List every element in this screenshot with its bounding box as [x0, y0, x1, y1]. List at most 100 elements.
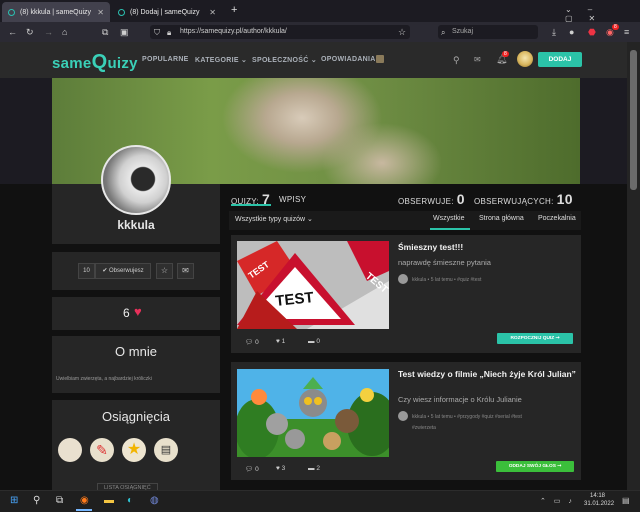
stat-obserwuje[interactable]: OBSERWUJE: 0: [398, 191, 465, 207]
quiz-thumbnail[interactable]: TEST TEST TEST: [237, 241, 389, 329]
logo-text: uizy: [107, 55, 138, 72]
window-controls[interactable]: ⌄–▢✕: [565, 5, 640, 23]
tab-active-underline: [430, 228, 470, 230]
nav-spolecznosc[interactable]: SPOŁECZNOŚĆ ⌄: [252, 56, 317, 64]
nav-opowiadania[interactable]: OPOWIADANIA: [321, 56, 376, 63]
stat-wpisy[interactable]: WPISY: [279, 195, 306, 204]
views-count: ▬ 0: [308, 338, 320, 345]
clock-time[interactable]: 14:18: [590, 493, 605, 499]
search-icon: ⌕: [441, 28, 446, 37]
tab-label: (8) Dodaj | sameQuizy: [130, 8, 200, 16]
author-avatar: [398, 274, 408, 284]
firefox-icon[interactable]: ◉: [80, 495, 89, 507]
logo-text: same: [52, 55, 92, 72]
pocket-icon[interactable]: ⬣: [588, 26, 596, 38]
stat-value: 0: [255, 466, 259, 473]
browser-tab[interactable]: (8) Dodaj | sameQuizy ✕: [112, 2, 222, 22]
account-icon[interactable]: ●: [569, 26, 574, 38]
site-favicon-icon: [118, 8, 125, 16]
comments-count[interactable]: 💬︎ 0: [245, 338, 259, 346]
start-quiz-button[interactable]: ROZPOCZNIJ QUIZ ➞: [497, 333, 573, 344]
favorite-button[interactable]: ☆: [156, 263, 173, 279]
quiz-title[interactable]: Śmieszny test!!!: [398, 242, 573, 252]
stat-value: 2: [316, 465, 320, 472]
comment-icon: 💬︎: [245, 466, 256, 473]
discord-icon[interactable]: ◍: [150, 495, 159, 507]
nav-popularne[interactable]: POPULARNE: [142, 56, 189, 63]
achievements-title: Osiągnięcia: [102, 409, 170, 424]
stories-badge-icon: [376, 55, 384, 63]
follow-button[interactable]: ✔ Obserwujesz: [95, 263, 151, 279]
comment-icon: 💬︎: [245, 339, 256, 346]
quiz-description: Czy wiesz informacje o Królu Julianie: [398, 395, 522, 404]
edge-icon[interactable]: ◐: [127, 495, 133, 507]
quiz-description: naprawdę śmieszne pytania: [398, 258, 491, 267]
stat-obserwujacych[interactable]: OBSERWUJĄCYCH: 10: [474, 191, 573, 207]
file-explorer-icon[interactable]: ▬: [104, 495, 114, 507]
bell-badge: 8: [502, 51, 509, 57]
stat-value: 1: [281, 338, 286, 345]
notifications-icon[interactable]: ▤: [622, 496, 630, 505]
logo-text: Q: [91, 51, 108, 73]
stat-value: 3: [281, 465, 286, 472]
notification-badge: 8: [612, 24, 619, 30]
quiz-thumbnail[interactable]: [237, 369, 389, 457]
close-tab-icon[interactable]: ✕: [209, 8, 216, 17]
active-app-indicator: [76, 509, 92, 511]
menu-icon[interactable]: ≡: [624, 26, 629, 38]
reload-icon[interactable]: ↻: [26, 26, 34, 38]
search-input[interactable]: Szukaj: [438, 25, 538, 39]
views-count: ▬ 2: [308, 465, 320, 472]
quiz-type-dropdown[interactable]: Wszystkie typy quizów ⌄: [235, 215, 313, 223]
profile-username: kkkula: [117, 218, 155, 232]
scrollbar-thumb[interactable]: [630, 50, 637, 190]
site-logo[interactable]: sameQuizy: [52, 51, 138, 74]
search-icon[interactable]: ⚲: [33, 495, 40, 507]
king-julien-image: [237, 369, 389, 457]
likes-count[interactable]: ♥ 1: [276, 338, 285, 345]
user-avatar[interactable]: [517, 51, 533, 67]
heart-icon[interactable]: ♥: [134, 304, 142, 319]
achievement-icon[interactable]: [58, 438, 82, 462]
messages-icon[interactable]: ✉: [474, 55, 481, 64]
achievement-icon[interactable]: ✎: [90, 438, 114, 462]
address-bar[interactable]: https://samequizy.pl/author/kkkula/: [150, 25, 410, 39]
message-button[interactable]: ✉: [177, 263, 194, 279]
tab-wszystkie[interactable]: Wszystkie: [433, 215, 465, 222]
bookmark-star-icon[interactable]: ☆: [398, 26, 406, 38]
nav-kategorie[interactable]: KATEGORIE ⌄: [195, 56, 247, 64]
quiz-title[interactable]: Test wiedzy o filmie „Niech żyje Król Ju…: [398, 369, 578, 379]
forward-icon[interactable]: →: [44, 26, 53, 38]
star-achievement-icon[interactable]: ★: [122, 438, 146, 462]
tab-strona-glowna[interactable]: Strona główna: [479, 215, 524, 222]
stat-value: 0: [316, 338, 320, 345]
vote-button[interactable]: ODDAJ SWÓJ GŁOS ➞: [496, 461, 574, 472]
about-title: O mnie: [115, 344, 157, 359]
shield-icon[interactable]: ⛉: [154, 27, 160, 39]
site-favicon-icon: [8, 8, 15, 16]
test-signs-image: TEST TEST TEST: [237, 241, 389, 329]
browser-tab-active[interactable]: (8) kkkula | sameQuizy ✕: [2, 2, 110, 22]
print-icon[interactable]: ▣: [120, 26, 129, 38]
add-button[interactable]: DODAJ: [538, 52, 582, 67]
close-tab-icon[interactable]: ✕: [97, 8, 104, 17]
windows-start-icon[interactable]: ⊞: [10, 495, 18, 507]
new-tab-button[interactable]: +: [231, 4, 237, 16]
downloads-icon[interactable]: ⤓: [552, 26, 556, 38]
back-icon[interactable]: ←: [8, 26, 17, 38]
system-tray-icons[interactable]: ⌃ ▭ ♪: [540, 497, 575, 505]
about-text: Uwielbiam zwierzęta, a najbardziej króli…: [56, 376, 152, 382]
task-view-icon[interactable]: ⧉: [56, 495, 63, 507]
home-icon[interactable]: ⌂: [62, 26, 67, 38]
extensions-icon[interactable]: ⧉: [102, 26, 108, 38]
stat-label: OBSERWUJE:: [398, 197, 454, 206]
tab-label: (8) kkkula | sameQuizy: [20, 8, 92, 16]
achievement-icon[interactable]: ▤: [154, 438, 178, 462]
search-icon[interactable]: ⚲: [453, 55, 460, 66]
likes-count[interactable]: ♥ 3: [276, 465, 285, 472]
comments-count[interactable]: 💬︎ 0: [245, 465, 259, 473]
tab-poczekalnia[interactable]: Poczekalnia: [538, 215, 576, 222]
stat-value: 0: [456, 191, 465, 207]
clock-date[interactable]: 31.01.2022: [584, 501, 614, 507]
lock-icon[interactable]: 🔒︎: [167, 27, 171, 39]
